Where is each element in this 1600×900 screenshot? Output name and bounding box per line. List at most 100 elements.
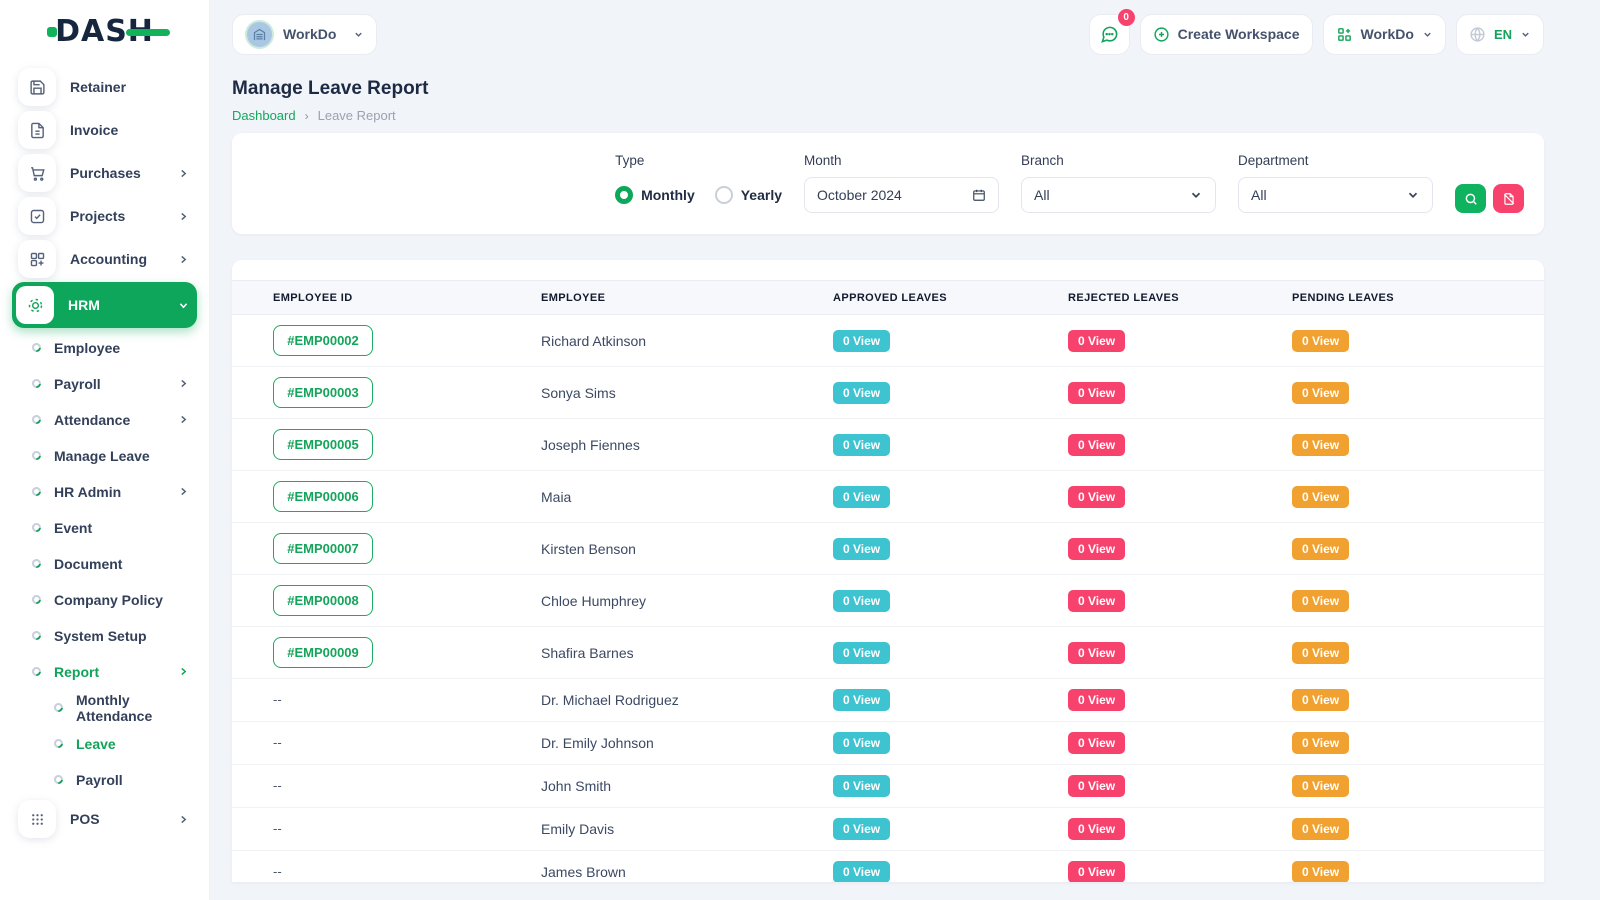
sidebar-item-report[interactable]: Report: [12, 655, 197, 688]
rejected-leaves-view-badge[interactable]: 0 View: [1068, 732, 1125, 754]
employee-id-button[interactable]: #EMP00005: [273, 429, 373, 460]
approved-leaves-view-badge[interactable]: 0 View: [833, 486, 890, 508]
approved-leaves-view-badge[interactable]: 0 View: [833, 642, 890, 664]
pending-leaves-view-badge[interactable]: 0 View: [1292, 486, 1349, 508]
sidebar-item-hrm[interactable]: HRM: [12, 282, 197, 328]
rejected-leaves-view-badge[interactable]: 0 View: [1068, 486, 1125, 508]
brand-logo[interactable]: DASH: [0, 0, 209, 62]
month-input[interactable]: October 2024: [804, 177, 999, 213]
branch-select[interactable]: All: [1021, 177, 1216, 213]
app-menu-button[interactable]: WorkDo: [1323, 14, 1446, 55]
bullet-icon: [30, 413, 43, 426]
table-row: #EMP00009Shafira Barnes0 View0 View0 Vie…: [232, 627, 1544, 679]
sidebar-item-invoice[interactable]: Invoice: [12, 110, 197, 150]
radio-monthly[interactable]: Monthly: [615, 186, 695, 204]
breadcrumb-dashboard-link[interactable]: Dashboard: [232, 108, 296, 123]
sidebar-item-manage-leave[interactable]: Manage Leave: [12, 439, 197, 472]
sidebar-item-system-setup[interactable]: System Setup: [12, 619, 197, 652]
sidebar-item-leave[interactable]: Leave: [12, 727, 197, 760]
employee-id-button[interactable]: #EMP00006: [273, 481, 373, 512]
branch-label: Branch: [1021, 153, 1216, 168]
workspace-switcher[interactable]: WorkDo: [232, 14, 377, 55]
sidebar-item-hr-admin[interactable]: HR Admin: [12, 475, 197, 508]
language-selector[interactable]: EN: [1456, 14, 1544, 55]
rejected-leaves-view-badge[interactable]: 0 View: [1068, 434, 1125, 456]
branch-filter-group: Branch All: [1021, 153, 1216, 213]
logo-accent-dot: [47, 27, 57, 37]
sidebar-item-payroll[interactable]: Payroll: [12, 763, 197, 796]
sidebar-item-retainer[interactable]: Retainer: [12, 67, 197, 107]
pending-leaves-view-badge[interactable]: 0 View: [1292, 590, 1349, 612]
create-workspace-button[interactable]: Create Workspace: [1140, 14, 1313, 55]
bullet-icon: [52, 701, 65, 714]
sidebar-item-document[interactable]: Document: [12, 547, 197, 580]
pending-leaves-view-badge[interactable]: 0 View: [1292, 538, 1349, 560]
employee-name: Sonya Sims: [541, 385, 833, 401]
pending-leaves-view-badge[interactable]: 0 View: [1292, 689, 1349, 711]
table-row: --Dr. Michael Rodriguez0 View0 View0 Vie…: [232, 679, 1544, 722]
rejected-leaves-view-badge[interactable]: 0 View: [1068, 330, 1125, 352]
pending-leaves-view-badge[interactable]: 0 View: [1292, 775, 1349, 797]
employee-id-button[interactable]: #EMP00007: [273, 533, 373, 564]
sidebar-item-projects[interactable]: Projects: [12, 196, 197, 236]
month-value: October 2024: [817, 187, 902, 203]
rejected-leaves-view-badge[interactable]: 0 View: [1068, 642, 1125, 664]
employee-name: Emily Davis: [541, 821, 833, 837]
chevron-down-icon: [1422, 29, 1433, 40]
approved-leaves-view-badge[interactable]: 0 View: [833, 434, 890, 456]
pending-leaves-view-badge[interactable]: 0 View: [1292, 732, 1349, 754]
reset-filter-button[interactable]: [1493, 184, 1524, 213]
sidebar-item-event[interactable]: Event: [12, 511, 197, 544]
rejected-leaves-view-badge[interactable]: 0 View: [1068, 775, 1125, 797]
rejected-leaves-view-badge[interactable]: 0 View: [1068, 590, 1125, 612]
sidebar-item-attendance[interactable]: Attendance: [12, 403, 197, 436]
sidebar-item-accounting[interactable]: Accounting: [12, 239, 197, 279]
rejected-leaves-view-badge[interactable]: 0 View: [1068, 861, 1125, 882]
chevron-right-icon: [178, 168, 189, 179]
employee-id-button[interactable]: #EMP00003: [273, 377, 373, 408]
sidebar-item-pos[interactable]: POS: [12, 799, 197, 839]
approved-leaves-view-badge[interactable]: 0 View: [833, 861, 890, 882]
sidebar-item-company-policy[interactable]: Company Policy: [12, 583, 197, 616]
pending-leaves-view-badge[interactable]: 0 View: [1292, 382, 1349, 404]
approved-leaves-view-badge[interactable]: 0 View: [833, 775, 890, 797]
pending-leaves-view-badge[interactable]: 0 View: [1292, 861, 1349, 882]
employee-id-button[interactable]: #EMP00009: [273, 637, 373, 668]
pending-leaves-view-badge[interactable]: 0 View: [1292, 330, 1349, 352]
pending-leaves-view-badge[interactable]: 0 View: [1292, 642, 1349, 664]
approved-leaves-view-badge[interactable]: 0 View: [833, 590, 890, 612]
chevron-down-icon: [178, 300, 189, 311]
radio-yearly[interactable]: Yearly: [715, 186, 782, 204]
table-row: #EMP00007Kirsten Benson0 View0 View0 Vie…: [232, 523, 1544, 575]
pending-leaves-view-badge[interactable]: 0 View: [1292, 434, 1349, 456]
sidebar-item-label: POS: [70, 811, 100, 827]
rejected-leaves-view-badge[interactable]: 0 View: [1068, 689, 1125, 711]
employee-id-button[interactable]: #EMP00002: [273, 325, 373, 356]
rejected-leaves-view-badge[interactable]: 0 View: [1068, 382, 1125, 404]
pending-leaves-view-badge[interactable]: 0 View: [1292, 818, 1349, 840]
department-select[interactable]: All: [1238, 177, 1433, 213]
messages-button[interactable]: 0: [1089, 14, 1130, 55]
sidebar-item-payroll[interactable]: Payroll: [12, 367, 197, 400]
table-row: --Dr. Emily Johnson0 View0 View0 View: [232, 722, 1544, 765]
approved-leaves-view-badge[interactable]: 0 View: [833, 732, 890, 754]
chevron-right-icon: [178, 378, 189, 389]
bullet-icon: [30, 665, 43, 678]
chevron-right-icon: [178, 211, 189, 222]
search-button[interactable]: [1455, 184, 1486, 213]
sidebar-item-monthly-attendance[interactable]: Monthly Attendance: [12, 691, 197, 724]
radio-yearly-label: Yearly: [741, 187, 782, 203]
sidebar-item-purchases[interactable]: Purchases: [12, 153, 197, 193]
approved-leaves-view-badge[interactable]: 0 View: [833, 330, 890, 352]
approved-leaves-view-badge[interactable]: 0 View: [833, 538, 890, 560]
approved-leaves-view-badge[interactable]: 0 View: [833, 689, 890, 711]
sidebar-item-employee[interactable]: Employee: [12, 331, 197, 364]
rejected-leaves-view-badge[interactable]: 0 View: [1068, 538, 1125, 560]
approved-leaves-view-badge[interactable]: 0 View: [833, 382, 890, 404]
breadcrumb: Dashboard › Leave Report: [232, 108, 1544, 123]
rejected-leaves-view-badge[interactable]: 0 View: [1068, 818, 1125, 840]
approved-leaves-view-badge[interactable]: 0 View: [833, 818, 890, 840]
employee-id-button[interactable]: #EMP00008: [273, 585, 373, 616]
employee-id-empty: --: [273, 692, 282, 707]
sidebar-item-label: HR Admin: [54, 484, 121, 500]
